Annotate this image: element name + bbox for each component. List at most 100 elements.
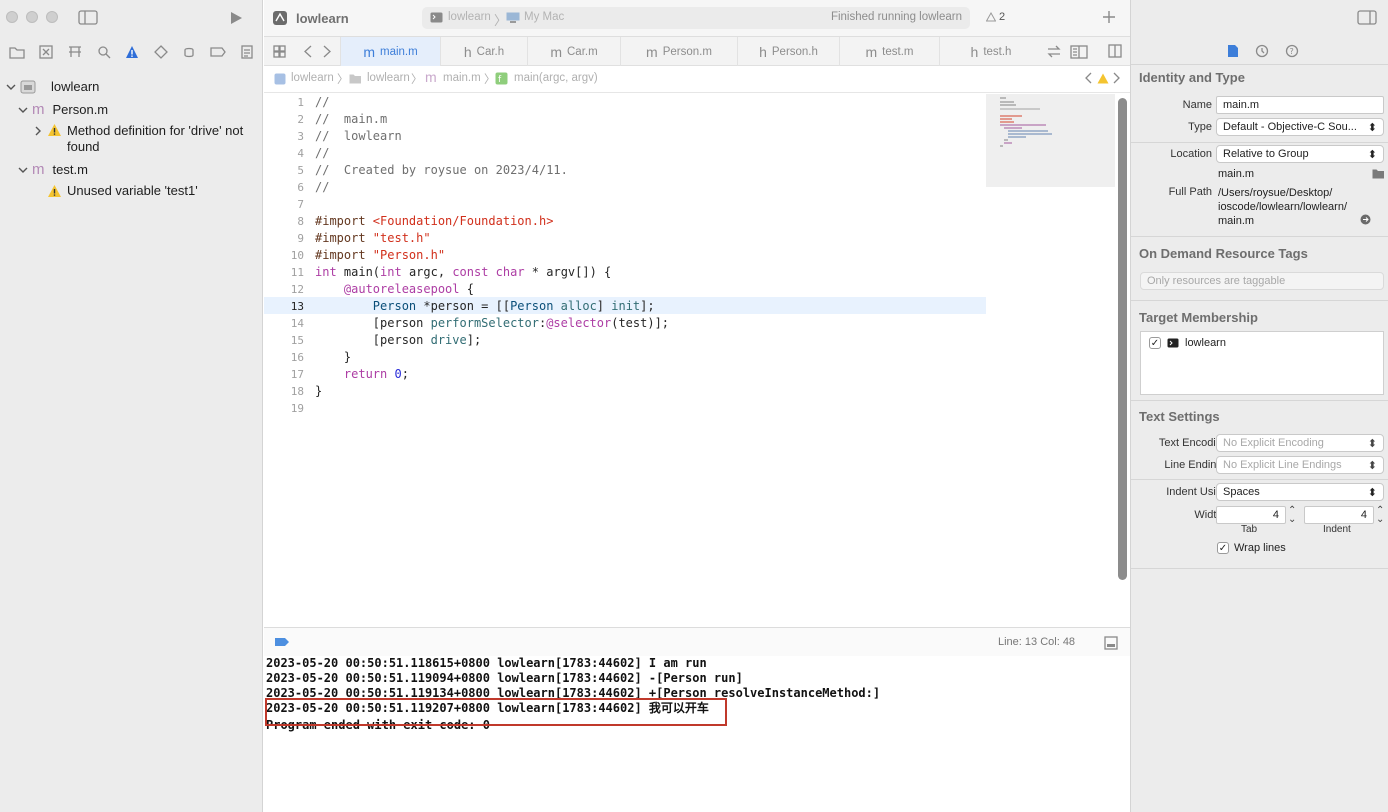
wrap-lines-row[interactable]: ✓ Wrap lines [1217, 542, 1286, 554]
indent-width-stepper[interactable]: ⌃ ⌄ [1376, 506, 1384, 525]
tab-test-m[interactable]: m test.m [839, 37, 939, 66]
close-window-button[interactable] [6, 11, 18, 23]
location-popup[interactable]: Relative to Group ⬍ [1216, 145, 1384, 163]
tab-width-stepper[interactable]: ⌃ ⌄ [1288, 506, 1296, 525]
tab-car-h[interactable]: h Car.h [440, 37, 527, 66]
warnings-indicator[interactable]: 2 [986, 11, 1005, 23]
terminal-icon [430, 12, 443, 23]
list-item[interactable]: lowlearn [6, 79, 99, 94]
indent-width-value: 4 [1360, 509, 1367, 521]
list-item[interactable]: m Person.m [18, 101, 108, 118]
breakpoint-toggle-icon[interactable] [274, 637, 290, 647]
tab-car-m[interactable]: m Car.m [527, 37, 620, 66]
indent-width-field[interactable]: 4 [1304, 506, 1374, 524]
warning-icon [47, 123, 62, 137]
run-button[interactable] [228, 10, 244, 26]
inspector-toggle-icon[interactable] [1357, 10, 1377, 25]
list-item[interactable]: m test.m [18, 161, 88, 178]
location-file-name: main.m [1218, 168, 1255, 180]
file-inspector-icon[interactable] [1227, 44, 1239, 58]
editor-scrollbar[interactable] [1118, 98, 1127, 580]
name-value: main.m [1223, 99, 1260, 111]
folder-icon[interactable] [9, 45, 25, 59]
line-endings-popup[interactable]: No Explicit Line Endings ⬍ [1216, 456, 1384, 474]
symbol-navigator-icon[interactable] [67, 45, 83, 59]
disclosure-closed-icon[interactable] [33, 126, 43, 136]
previous-issue-icon[interactable] [1084, 72, 1092, 84]
split-editor-icon[interactable] [1108, 44, 1122, 58]
breadcrumb-function[interactable]: main(argc, argv) [514, 72, 598, 84]
report-navigator-icon[interactable] [240, 45, 254, 59]
divider [1131, 64, 1388, 65]
indent-sublabel: Indent [1323, 524, 1351, 535]
line-number: 5 [297, 164, 304, 177]
history-icon[interactable] [1255, 44, 1269, 58]
line-number: 13 [290, 300, 304, 313]
tab-label: Person.h [771, 45, 818, 58]
source-control-icon[interactable] [39, 45, 53, 59]
divider [1131, 479, 1388, 480]
code-line: // [315, 180, 330, 194]
tab-sublabel: Tab [1241, 524, 1258, 535]
line-number: 11 [290, 266, 304, 279]
warning-icon[interactable] [1097, 73, 1109, 84]
test-navigator-icon[interactable] [153, 45, 168, 59]
code-line: Person *person = [[Person alloc] init]; [372, 299, 655, 313]
folder-icon[interactable] [1372, 168, 1385, 179]
updown-chevron-icon: ⬍ [1367, 486, 1377, 499]
minimize-window-button[interactable] [26, 11, 38, 23]
destination-selector[interactable]: My Mac [524, 11, 564, 23]
tab-test-h[interactable]: h test.h [939, 37, 1042, 66]
reveal-in-finder-icon[interactable] [1360, 214, 1371, 225]
breakpoint-navigator-icon[interactable] [210, 46, 226, 58]
source-editor[interactable]: 1 2 3 4 5 6 7 8 9 10 11 12 13 14 15 16 1… [264, 94, 986, 627]
editor-options-icon[interactable] [1070, 44, 1088, 59]
back-icon[interactable] [303, 45, 313, 58]
wrap-lines-checkbox[interactable]: ✓ [1217, 542, 1229, 554]
activity-view[interactable]: lowlearn 〉 My Mac Finished running lowle… [422, 7, 970, 29]
warning-icon [47, 184, 62, 198]
name-field[interactable]: main.m [1216, 96, 1384, 114]
next-issue-icon[interactable] [1113, 72, 1121, 84]
disclosure-open-icon[interactable] [18, 165, 28, 175]
disclosure-open-icon[interactable] [18, 105, 28, 115]
warning-count: 2 [999, 11, 1006, 23]
debug-console[interactable]: 2023-05-20 00:50:51.118615+0800 lowlearn… [264, 656, 1130, 812]
tab-person-m[interactable]: m Person.m [620, 37, 737, 66]
header-file-icon: h [970, 43, 979, 60]
tab-main-m[interactable]: m main.m [340, 37, 440, 66]
text-encoding-popup[interactable]: No Explicit Encoding ⬍ [1216, 434, 1384, 452]
issue-navigator-icon[interactable] [125, 45, 139, 59]
issue-item[interactable]: Method definition for 'drive' not found [33, 123, 258, 155]
zoom-window-button[interactable] [46, 11, 58, 23]
objc-file-icon: m [32, 101, 45, 118]
tab-width-field[interactable]: 4 [1216, 506, 1286, 524]
line-number: 17 [290, 368, 304, 381]
grid-icon[interactable] [273, 45, 286, 58]
indent-using-popup[interactable]: Spaces ⬍ [1216, 483, 1384, 501]
related-items-icon[interactable] [1046, 45, 1062, 58]
tab-label: test.m [882, 45, 914, 58]
debug-navigator-icon[interactable] [182, 45, 196, 59]
tab-label: test.h [983, 45, 1012, 58]
type-popup[interactable]: Default - Objective-C Sou... ⬍ [1216, 118, 1384, 136]
hide-debug-area-icon[interactable] [1104, 636, 1118, 650]
breadcrumb-file[interactable]: main.m [443, 72, 481, 84]
resource-tags-field[interactable]: Only resources are taggable [1140, 272, 1384, 290]
minimap[interactable] [986, 94, 1115, 187]
disclosure-open-icon[interactable] [6, 82, 16, 92]
tab-person-h[interactable]: h Person.h [737, 37, 839, 66]
target-checkbox[interactable]: ✓ [1149, 337, 1161, 349]
issue-item[interactable]: Unused variable 'test1' [47, 183, 198, 198]
find-icon[interactable] [97, 45, 111, 59]
target-row[interactable]: ✓ lowlearn [1149, 337, 1226, 349]
forward-icon[interactable] [322, 45, 332, 58]
editor-tab-bar: m main.m h Car.h m Car.m m Person.m h Person.… [264, 37, 1130, 66]
scheme-selector[interactable]: lowlearn [448, 11, 491, 23]
breadcrumb-group[interactable]: lowlearn [367, 72, 410, 84]
breadcrumb-project[interactable]: lowlearn [291, 72, 334, 84]
sidebar-toggle-icon[interactable] [78, 10, 98, 25]
help-icon[interactable]: ? [1285, 44, 1299, 58]
add-icon[interactable] [1102, 10, 1116, 24]
field-label: Full Path [1168, 186, 1212, 198]
